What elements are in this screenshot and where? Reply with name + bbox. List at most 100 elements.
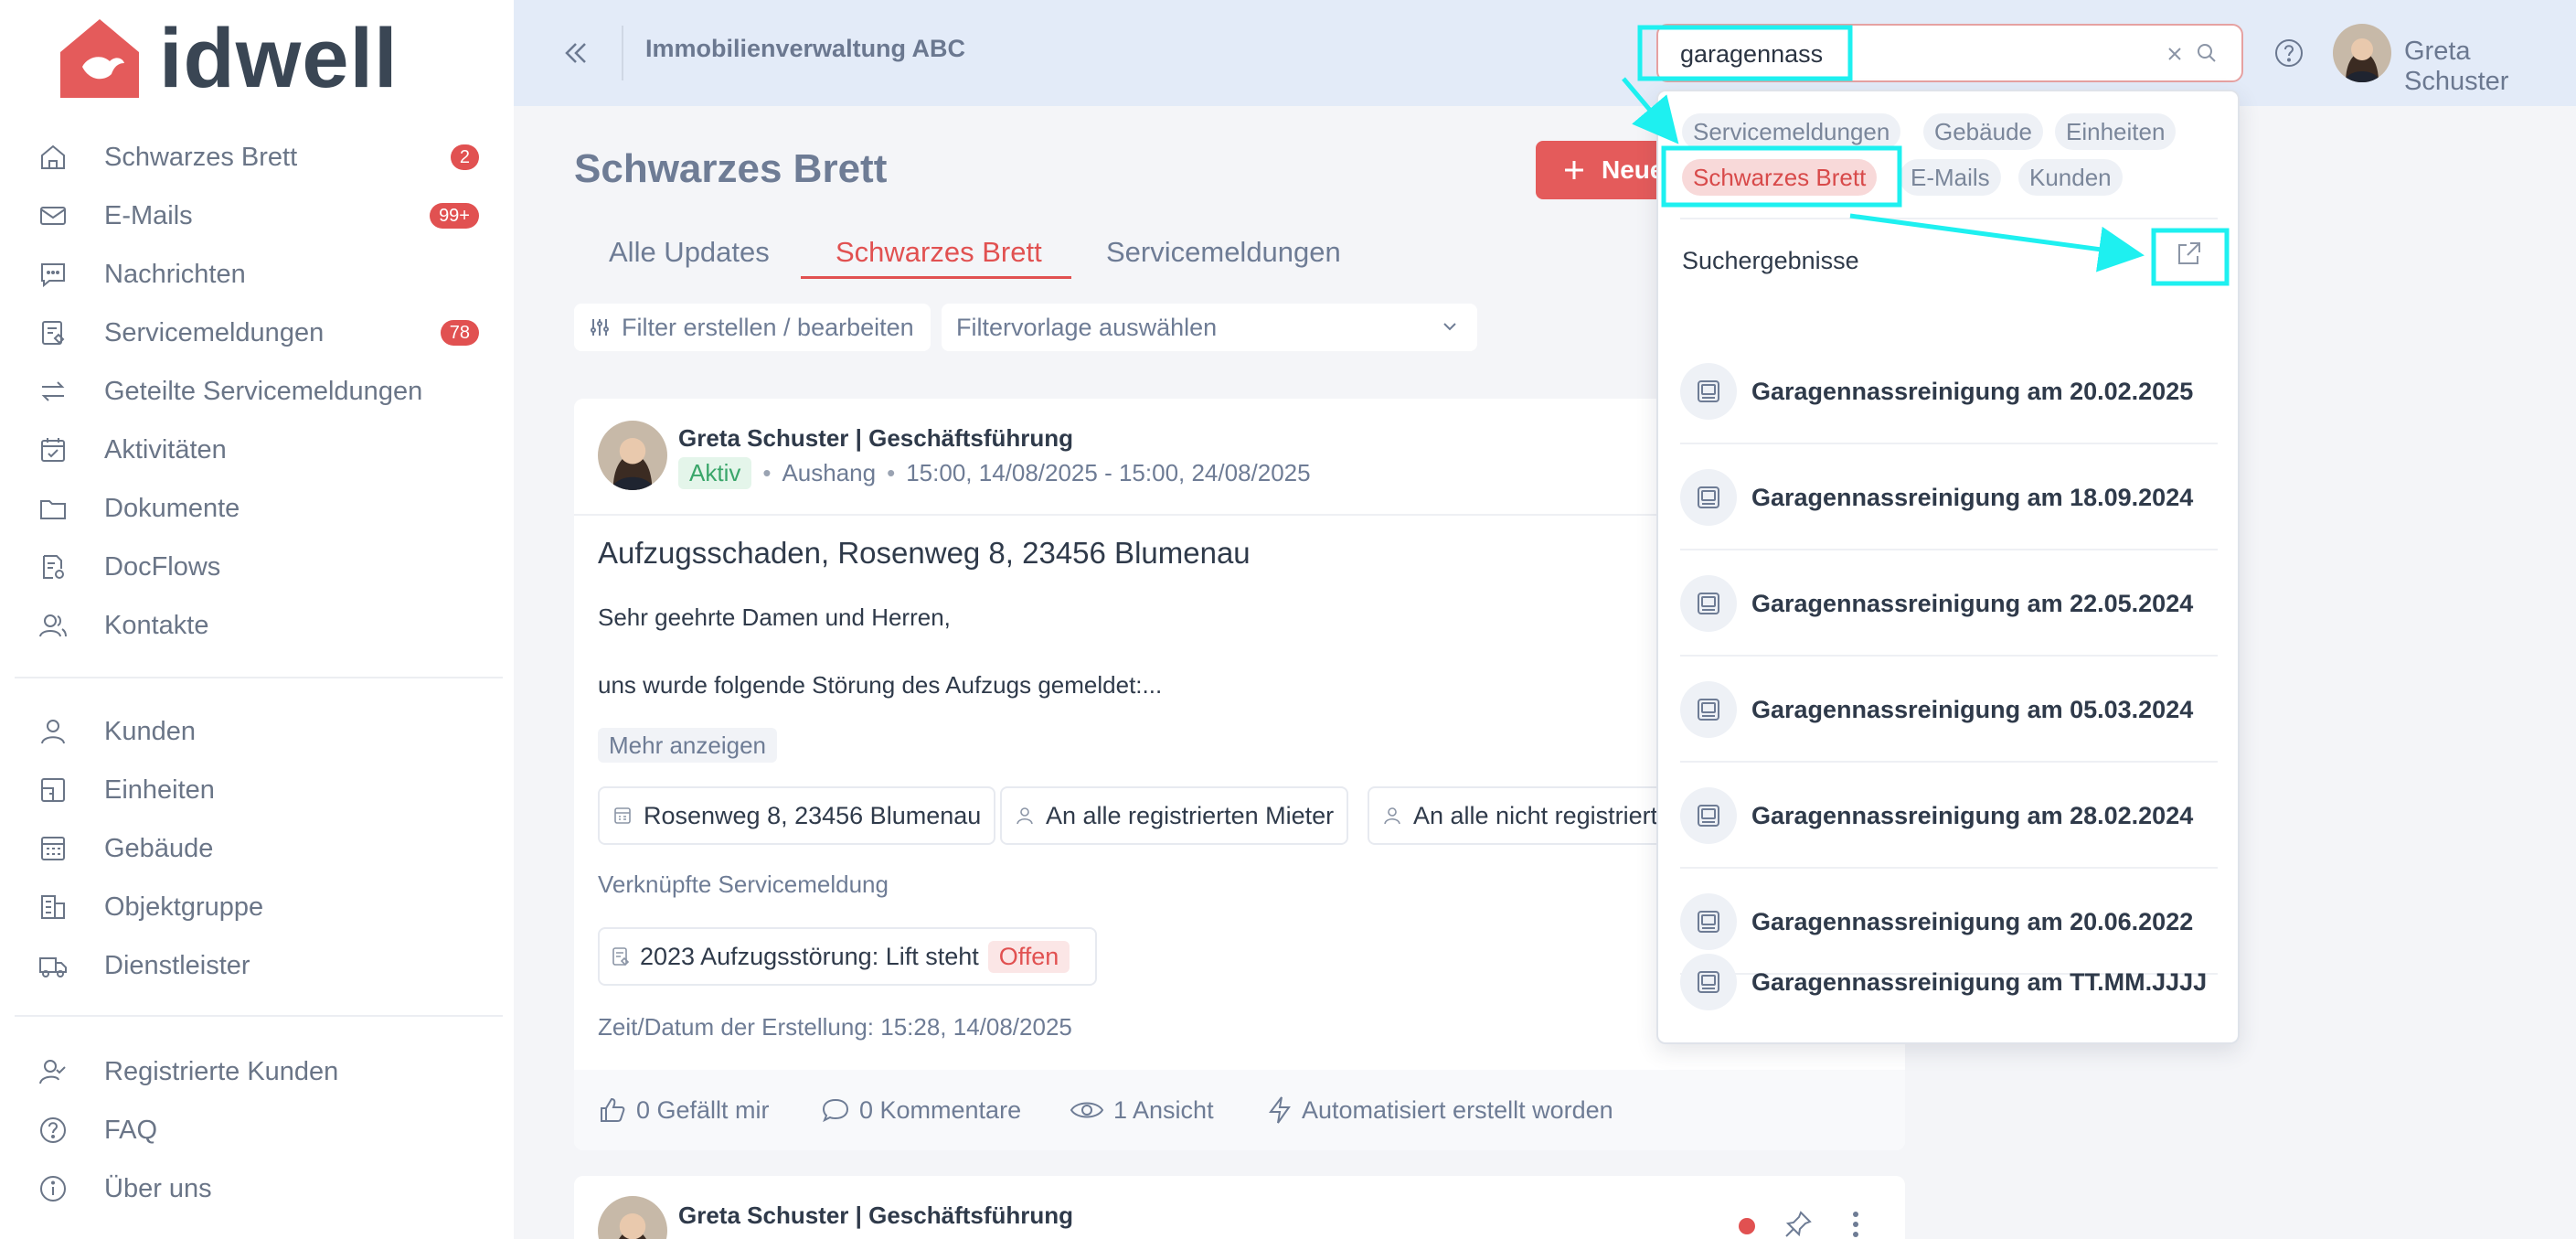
sidebar-item-objektgruppe[interactable]: Objektgruppe — [35, 881, 492, 933]
comment-count: 0 Kommentare — [859, 1095, 1022, 1124]
sidebar-item-label: FAQ — [104, 1115, 158, 1145]
sidebar-item-dokumente[interactable]: Dokumente — [35, 483, 492, 534]
sidebar-item-gebaeude[interactable]: Gebäude — [35, 823, 492, 874]
linked-report-title: 2023 Aufzugsstörung: Lift steht — [640, 942, 979, 970]
sidebar-item-servicemeldungen[interactable]: Servicemeldungen 78 — [35, 307, 492, 358]
linked-report-label: Verknüpfte Servicemeldung — [598, 871, 889, 898]
tab-alle-updates[interactable]: Alle Updates — [609, 236, 770, 269]
sidebar-item-dienstleister[interactable]: Dienstleister — [35, 940, 492, 991]
filter-template-select[interactable]: Filtervorlage auswählen — [942, 304, 1477, 351]
sidebar: idwell Schwarzes Brett 2 E-Mails 99+ Nac… — [0, 0, 514, 1239]
sidebar-item-registrierte-kunden[interactable]: Registrierte Kunden — [35, 1046, 492, 1097]
sidebar-item-faq[interactable]: FAQ — [35, 1105, 492, 1156]
search-result-item[interactable]: Garagennassreinigung am 18.09.2024 — [1680, 444, 2218, 550]
create-filter-label: Filter erstellen / bearbeiten — [622, 313, 914, 341]
post-title[interactable]: Aufzugsschaden, Rosenweg 8, 23456 Blumen… — [598, 536, 1251, 571]
sidebar-item-label: DocFlows — [104, 551, 221, 582]
sidebar-item-ueber-uns[interactable]: Über uns — [35, 1163, 492, 1214]
user-avatar[interactable] — [2333, 24, 2391, 82]
search-result-label: Garagennassreinigung am 22.05.2024 — [1751, 589, 2194, 617]
active-tab-indicator — [801, 276, 1071, 279]
sidebar-item-geteilte-servicemeldungen[interactable]: Geteilte Servicemeldungen — [35, 366, 492, 417]
meta-separator: • — [762, 459, 772, 486]
top-header: Immobilienverwaltung ABC Greta Schuster — [514, 0, 2576, 106]
views-count: 1 Ansicht — [1113, 1095, 1214, 1124]
post-period: 15:00, 14/08/2025 - 15:00, 24/08/2025 — [906, 459, 1311, 486]
new-post-label: Neue — [1602, 155, 1665, 184]
search-result-item[interactable]: Garagennassreinigung am 05.03.2024 — [1680, 657, 2218, 763]
address-chip[interactable]: Rosenweg 8, 23456 Blumenau — [598, 786, 996, 845]
lightning-icon — [1269, 1096, 1291, 1124]
tab-schwarzes-brett[interactable]: Schwarzes Brett — [836, 236, 1042, 269]
sidebar-divider — [15, 677, 503, 678]
plus-icon — [1565, 161, 1583, 179]
folder-icon — [35, 490, 71, 527]
sidebar-item-label: Aktivitäten — [104, 434, 227, 465]
author-avatar — [598, 1196, 667, 1239]
filter-chip-einheiten[interactable]: Einheiten — [2055, 113, 2177, 150]
sidebar-item-label: Kontakte — [104, 610, 209, 640]
automated-label: Automatisiert erstellt worden — [1302, 1095, 1613, 1124]
search-icon — [2192, 38, 2221, 68]
collapse-sidebar-button[interactable] — [550, 27, 601, 79]
search-result-item[interactable]: Garagennassreinigung am TT.MM.JJJJ — [1680, 929, 2218, 1035]
sidebar-item-aktivitaeten[interactable]: Aktivitäten — [35, 424, 492, 475]
double-chevron-left-icon — [565, 43, 586, 63]
author-avatar — [598, 421, 667, 490]
sidebar-item-label: Geteilte Servicemeldungen — [104, 376, 423, 406]
sidebar-item-label: Über uns — [104, 1173, 212, 1203]
sidebar-item-nachrichten[interactable]: Nachrichten — [35, 249, 492, 300]
more-options-button[interactable] — [1850, 1209, 1861, 1239]
sidebar-item-kunden[interactable]: Kunden — [35, 706, 492, 757]
clear-search-button[interactable] — [2161, 40, 2188, 68]
bulletin-icon — [1680, 681, 1737, 738]
audience-chip-label: An alle nicht registrierten — [1413, 801, 1686, 829]
search-result-item[interactable]: Garagennassreinigung am 20.02.2025 — [1680, 338, 2218, 444]
mail-icon — [35, 198, 71, 234]
arrows-exchange-icon — [35, 373, 71, 410]
sidebar-item-label: Objektgruppe — [104, 892, 264, 922]
sidebar-item-einheiten[interactable]: Einheiten — [35, 764, 492, 816]
filter-chip-kunden[interactable]: Kunden — [2018, 159, 2123, 196]
kebab-menu-icon — [1853, 1212, 1858, 1237]
sliders-icon — [591, 319, 609, 336]
post-type: Aushang — [782, 459, 877, 486]
logo-house-icon — [60, 19, 139, 98]
show-more-button[interactable]: Mehr anzeigen — [598, 728, 777, 763]
filter-chip-schwarzes-brett[interactable]: Schwarzes Brett — [1682, 159, 1878, 196]
linked-report-status: Offen — [987, 940, 1070, 973]
filter-chip-servicemeldungen[interactable]: Servicemeldungen — [1682, 113, 1901, 150]
comment-button[interactable]: 0 Kommentare — [821, 1095, 1021, 1125]
bulletin-icon — [1680, 787, 1737, 844]
bulletin-icon — [1680, 363, 1737, 420]
pin-button[interactable] — [1783, 1209, 1814, 1239]
help-button[interactable] — [2271, 35, 2307, 71]
search-input[interactable] — [1680, 37, 2137, 71]
sidebar-item-label: Nachrichten — [104, 259, 246, 289]
filter-template-label: Filtervorlage auswählen — [956, 313, 1218, 341]
like-button[interactable]: 0 Gefällt mir — [598, 1095, 770, 1125]
sidebar-item-emails[interactable]: E-Mails 99+ — [35, 190, 492, 241]
search-result-item[interactable]: Garagennassreinigung am 28.02.2024 — [1680, 763, 2218, 869]
sidebar-item-docflows[interactable]: DocFlows — [35, 541, 492, 593]
open-all-results-button[interactable] — [2168, 234, 2209, 274]
filter-chip-gebaeude[interactable]: Gebäude — [1923, 113, 2043, 150]
search-result-item[interactable]: Garagennassreinigung am 22.05.2024 — [1680, 550, 2218, 657]
linked-report-chip[interactable]: 2023 Aufzugsstörung: Lift steht Offen — [598, 927, 1097, 986]
notification-badge: 2 — [450, 144, 479, 170]
sidebar-item-label: Einheiten — [104, 774, 215, 805]
sidebar-item-label: E-Mails — [104, 200, 193, 230]
create-filter-button[interactable]: Filter erstellen / bearbeiten — [574, 304, 931, 351]
tab-servicemeldungen[interactable]: Servicemeldungen — [1106, 236, 1341, 269]
brand-logo[interactable]: idwell — [57, 13, 399, 104]
user-name[interactable]: Greta Schuster — [2404, 37, 2576, 97]
sidebar-item-schwarzes-brett[interactable]: Schwarzes Brett 2 — [35, 132, 492, 183]
building-icon — [614, 807, 631, 824]
audience-chip-registered[interactable]: An alle registrierten Mieter — [1000, 786, 1349, 845]
sidebar-item-label: Dienstleister — [104, 950, 250, 980]
filter-chip-emails[interactable]: E-Mails — [1900, 159, 2001, 196]
sidebar-item-kontakte[interactable]: Kontakte — [35, 600, 492, 651]
contacts-icon — [35, 607, 71, 644]
home-icon — [35, 139, 71, 176]
audience-chip-label: An alle registrierten Mieter — [1046, 801, 1335, 829]
